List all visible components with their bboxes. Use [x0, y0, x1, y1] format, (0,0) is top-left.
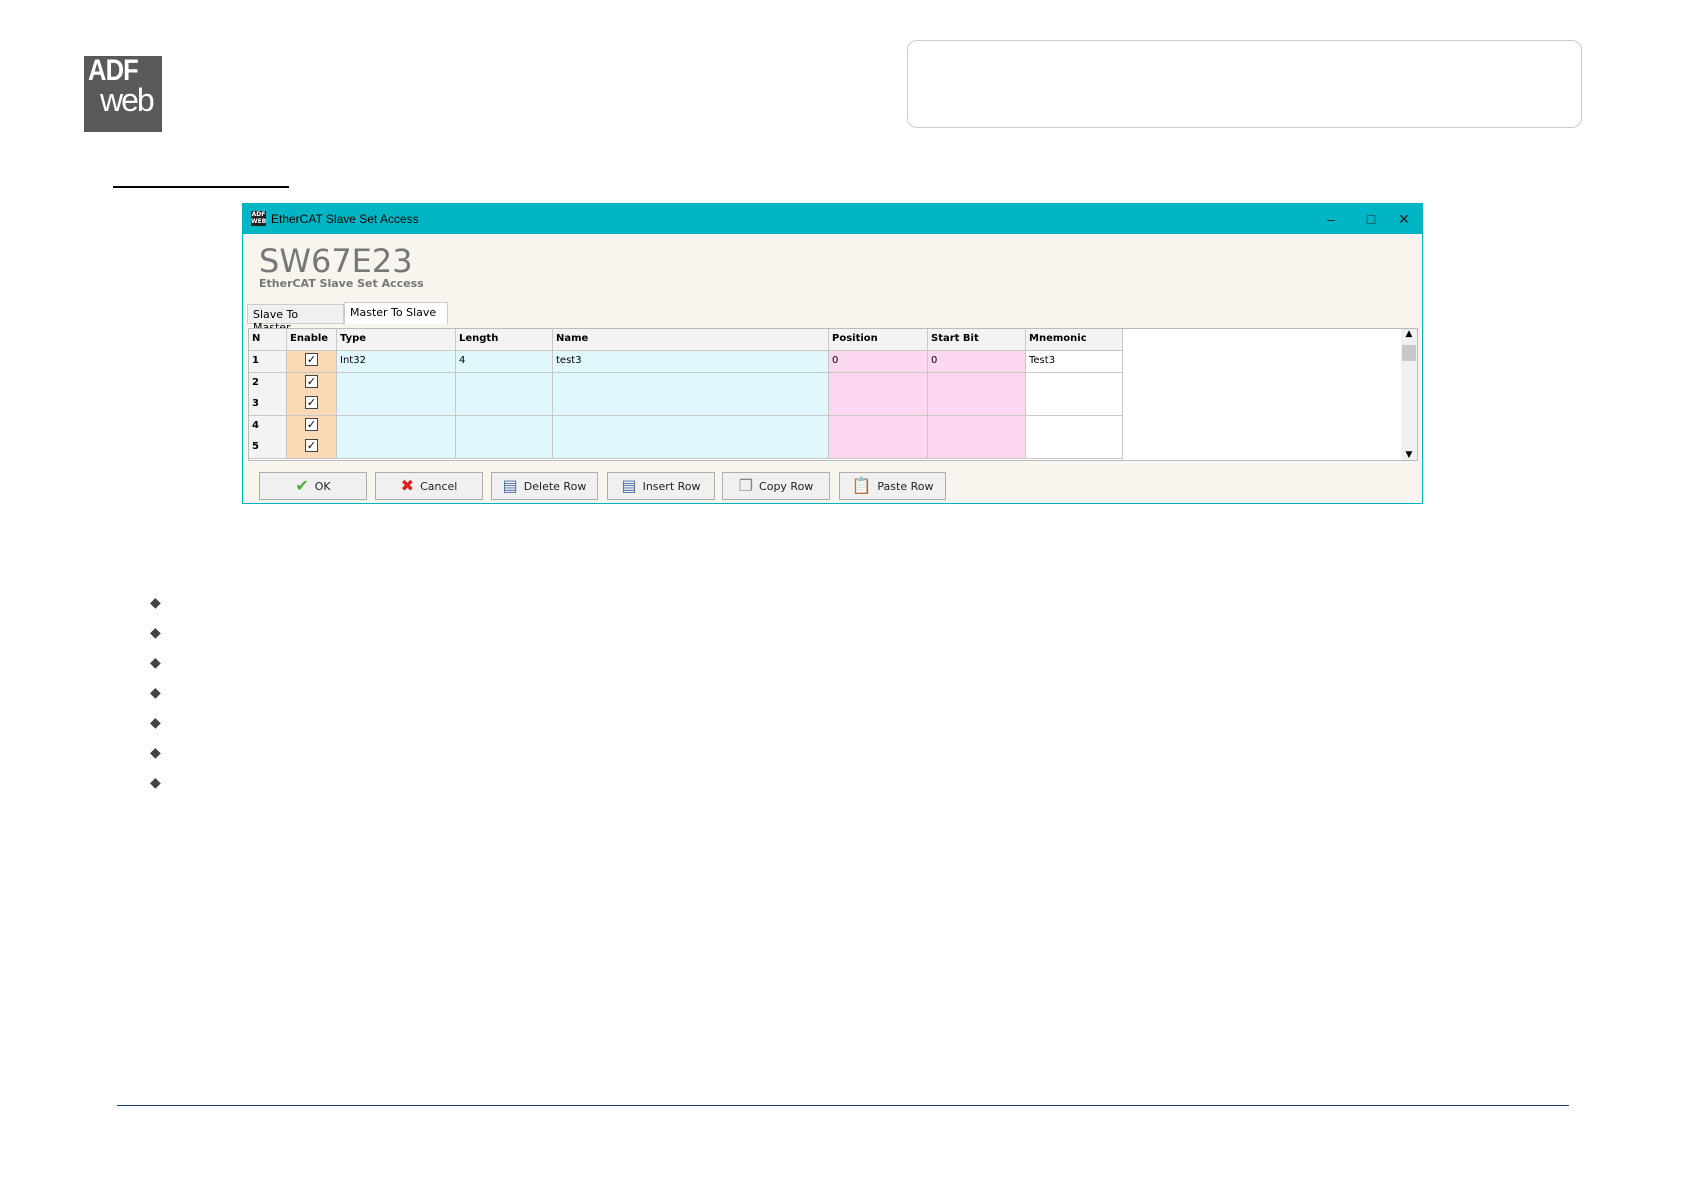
- cancel-button[interactable]: ✖ Cancel: [375, 472, 483, 500]
- cancel-label: Cancel: [420, 479, 458, 493]
- check-icon: ✔: [295, 476, 309, 495]
- enable-checkbox[interactable]: ✓: [305, 374, 318, 388]
- logo-text: web: [100, 82, 155, 118]
- data-grid: N Enable Type Length Name Position Start Bit Mn…: [248, 328, 1418, 461]
- bullet-icon: ◆: [150, 745, 161, 761]
- column-header-position[interactable]: Position: [829, 329, 928, 351]
- insert-row-button[interactable]: ▤ Insert Row: [607, 472, 715, 500]
- cell-position[interactable]: [829, 415, 928, 438]
- column-header-length[interactable]: Length: [456, 329, 553, 351]
- bullet-icon: ◆: [150, 655, 161, 671]
- delete-row-icon: ▤: [502, 476, 518, 495]
- ok-button[interactable]: ✔ OK: [259, 472, 367, 500]
- cell-start-bit[interactable]: [928, 372, 1026, 395]
- heading-underline: [113, 186, 289, 188]
- cell-length[interactable]: [456, 394, 553, 417]
- cell-enable[interactable]: ✓: [287, 437, 337, 460]
- window-title: EtherCAT Slave Set Access: [271, 212, 419, 226]
- app-icon: ADF WEB: [251, 211, 267, 226]
- bullet-icon: ◆: [150, 685, 161, 701]
- cell-length[interactable]: 4: [456, 351, 553, 373]
- cell-name[interactable]: [553, 394, 829, 417]
- vertical-scrollbar[interactable]: ▲ ▼: [1401, 329, 1417, 460]
- copy-row-label: Copy Row: [759, 479, 814, 493]
- cell-n[interactable]: 5: [249, 437, 287, 460]
- cell-start-bit[interactable]: [928, 437, 1026, 460]
- cell-type[interactable]: [337, 394, 456, 417]
- enable-checkbox[interactable]: ✓: [305, 396, 318, 410]
- cell-mnemonic[interactable]: [1026, 415, 1123, 438]
- insert-row-icon: ▤: [621, 476, 637, 495]
- cell-start-bit[interactable]: [928, 415, 1026, 438]
- cell-position[interactable]: 0: [829, 351, 928, 373]
- enable-checkbox[interactable]: ✓: [305, 439, 318, 453]
- ethercat-slave-set-access-window: ADF WEB EtherCAT Slave Set Access – □ ✕ S…: [242, 203, 1423, 504]
- ok-label: OK: [314, 479, 331, 493]
- cell-name[interactable]: [553, 415, 829, 438]
- cell-type[interactable]: [337, 372, 456, 395]
- cell-n[interactable]: 2: [249, 372, 287, 395]
- column-header-n[interactable]: N: [249, 329, 287, 351]
- cell-start-bit[interactable]: [928, 394, 1026, 417]
- adfweb-logo: ADF web: [84, 56, 162, 132]
- cell-name[interactable]: [553, 437, 829, 460]
- enable-checkbox[interactable]: ✓: [305, 417, 318, 431]
- footer-rule: [117, 1105, 1569, 1106]
- cell-enable[interactable]: ✓: [287, 372, 337, 395]
- column-header-mnemonic[interactable]: Mnemonic: [1026, 329, 1123, 351]
- scroll-down-icon[interactable]: ▼: [1401, 450, 1417, 460]
- maximize-button[interactable]: □: [1356, 208, 1386, 230]
- title-bar[interactable]: ADF WEB EtherCAT Slave Set Access – □ ✕: [243, 204, 1422, 234]
- bullet-icon: ◆: [150, 625, 161, 641]
- copy-icon: ❐: [738, 476, 754, 495]
- cell-n[interactable]: 1: [249, 351, 287, 373]
- header-title: SW67E23: [259, 242, 413, 280]
- header-box: [907, 40, 1582, 128]
- cell-position[interactable]: [829, 372, 928, 395]
- cell-type[interactable]: Int32: [337, 351, 456, 373]
- cell-mnemonic[interactable]: Test3: [1026, 351, 1123, 373]
- cell-n[interactable]: 3: [249, 394, 287, 417]
- bullet-icon: ◆: [150, 595, 161, 611]
- paste-icon: 📋: [851, 476, 872, 495]
- cell-mnemonic[interactable]: [1026, 437, 1123, 460]
- cell-length[interactable]: [456, 415, 553, 438]
- x-icon: ✖: [400, 476, 415, 495]
- close-button[interactable]: ✕: [1389, 208, 1419, 230]
- cell-enable[interactable]: ✓: [287, 351, 337, 373]
- cell-name[interactable]: test3: [553, 351, 829, 373]
- insert-row-label: Insert Row: [642, 479, 701, 493]
- cell-type[interactable]: [337, 437, 456, 460]
- enable-checkbox[interactable]: ✓: [305, 353, 318, 366]
- scrollbar-thumb[interactable]: [1402, 345, 1416, 361]
- minimize-button[interactable]: –: [1316, 208, 1346, 230]
- column-header-start-bit[interactable]: Start Bit: [928, 329, 1026, 351]
- paste-row-label: Paste Row: [877, 479, 934, 493]
- delete-row-label: Delete Row: [523, 479, 587, 493]
- cell-mnemonic[interactable]: [1026, 394, 1123, 417]
- cell-position[interactable]: [829, 394, 928, 417]
- delete-row-button[interactable]: ▤ Delete Row: [491, 472, 598, 500]
- tab-master-to-slave[interactable]: Master To Slave: [344, 302, 448, 324]
- cell-n[interactable]: 4: [249, 415, 287, 438]
- scroll-up-icon[interactable]: ▲: [1401, 329, 1417, 339]
- cell-length[interactable]: [456, 372, 553, 395]
- bullet-icon: ◆: [150, 775, 161, 791]
- column-header-type[interactable]: Type: [337, 329, 456, 351]
- copy-row-button[interactable]: ❐ Copy Row: [722, 472, 830, 500]
- cell-enable[interactable]: ✓: [287, 394, 337, 417]
- cell-enable[interactable]: ✓: [287, 415, 337, 438]
- column-header-enable[interactable]: Enable: [287, 329, 337, 351]
- cell-start-bit[interactable]: 0: [928, 351, 1026, 373]
- tab-slave-to-master[interactable]: Slave To Master: [247, 304, 344, 334]
- cell-position[interactable]: [829, 437, 928, 460]
- column-header-name[interactable]: Name: [553, 329, 829, 351]
- header-subtitle: EtherCAT Slave Set Access: [259, 277, 424, 290]
- cell-type[interactable]: [337, 415, 456, 438]
- cell-name[interactable]: [553, 372, 829, 395]
- cell-mnemonic[interactable]: [1026, 372, 1123, 395]
- paste-row-button[interactable]: 📋 Paste Row: [839, 472, 946, 500]
- bullet-icon: ◆: [150, 715, 161, 731]
- cell-length[interactable]: [456, 437, 553, 460]
